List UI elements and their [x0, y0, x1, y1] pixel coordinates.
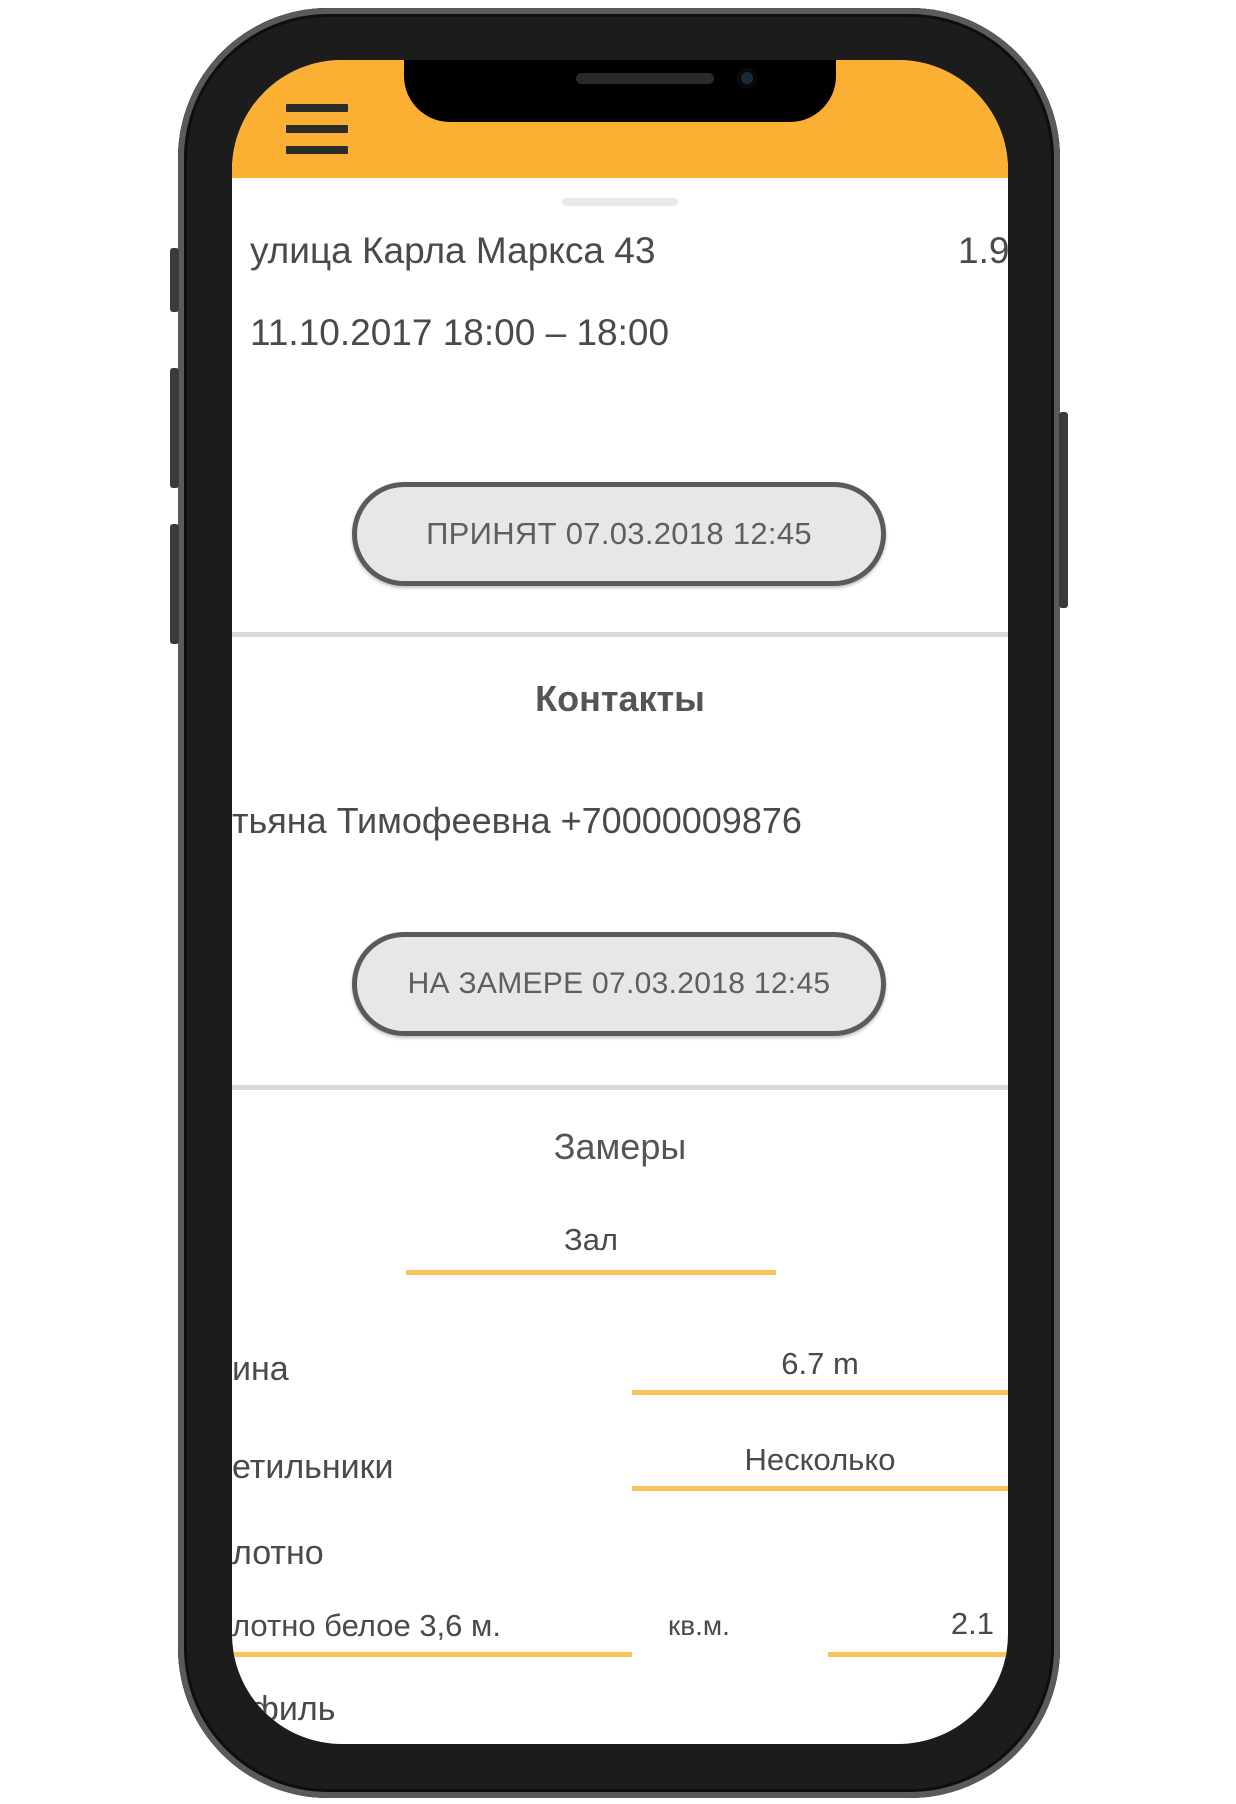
section-divider	[232, 1085, 1008, 1090]
mute-switch	[170, 248, 179, 312]
length-field-underline	[632, 1390, 1008, 1395]
contacts-title: Контакты	[535, 678, 705, 719]
measurements-title: Замеры	[553, 1126, 687, 1167]
section-divider	[232, 632, 1008, 637]
lamps-field[interactable]: Несколько	[632, 1442, 1008, 1478]
unit-label: кв.м.	[668, 1610, 730, 1641]
order-datetime: 11.10.2017 18:00 – 18:00	[250, 312, 670, 353]
accepted-status-button[interactable]: ПРИНЯТ 07.03.2018 12:45	[352, 482, 886, 586]
lamps-label: етильники	[232, 1448, 394, 1486]
area-field[interactable]: 2.1	[844, 1606, 994, 1642]
profile-label: офиль	[232, 1690, 336, 1728]
canvas-label: лотно	[232, 1534, 324, 1572]
sheet-grabber[interactable]	[562, 198, 678, 206]
measuring-status-button[interactable]: НА ЗАМЕРЕ 07.03.2018 12:45	[352, 932, 886, 1036]
area-field-underline	[828, 1652, 1008, 1657]
room-field-underline	[406, 1270, 776, 1275]
speaker-grille	[576, 73, 714, 84]
volume-up-button	[170, 368, 179, 488]
volume-down-button	[170, 524, 179, 644]
length-field[interactable]: 6.7 m	[632, 1346, 1008, 1382]
lamps-field-underline	[632, 1486, 1008, 1491]
order-distance: 1.9	[958, 230, 1008, 271]
order-address: улица Карла Маркса 43	[250, 230, 656, 271]
front-camera	[737, 68, 757, 88]
power-button	[1059, 412, 1068, 608]
canvas-field-underline	[232, 1652, 632, 1657]
contact-person[interactable]: тьяна Тимофеевна +70000009876	[232, 800, 802, 842]
hamburger-menu-icon[interactable]	[286, 104, 348, 154]
length-label: ина	[232, 1350, 289, 1388]
phone-screen: улица Карла Маркса 43 1.9 11.10.2017 18:…	[232, 60, 1008, 1744]
canvas-field[interactable]: лотно белое 3,6 м.	[232, 1608, 501, 1644]
device-notch	[404, 60, 836, 122]
room-field[interactable]: Зал	[406, 1222, 776, 1258]
